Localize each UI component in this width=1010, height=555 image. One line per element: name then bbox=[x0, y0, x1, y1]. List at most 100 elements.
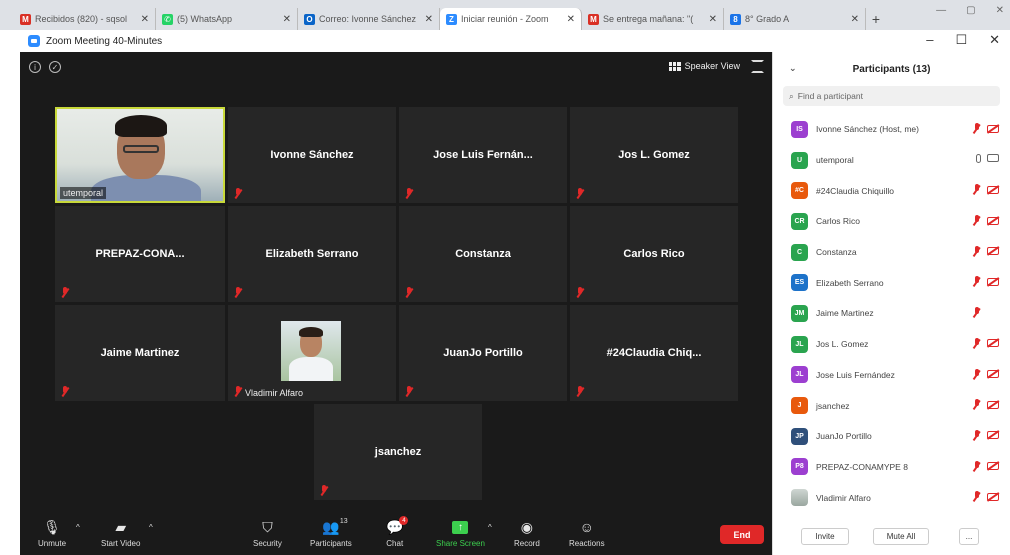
participants-button[interactable]: 👥 13 Participants bbox=[310, 518, 352, 548]
close-tab-icon[interactable]: ✕ bbox=[709, 14, 717, 25]
unmute-button[interactable]: 🎙︎ Unmute bbox=[38, 519, 66, 549]
participant-row[interactable]: Jjsanchez bbox=[773, 390, 1010, 421]
participant-row[interactable]: JL Jos L. Gomez bbox=[773, 329, 1010, 360]
maximize-icon[interactable]: ☐ bbox=[955, 32, 967, 48]
close-icon[interactable]: ✕ bbox=[996, 5, 1004, 16]
outlook-icon: O bbox=[304, 13, 315, 25]
participant-row[interactable]: CR Carlos Rico bbox=[773, 206, 1010, 237]
participant-row[interactable]: P8 PREPAZ-CONAMYPE 8 bbox=[773, 452, 1010, 483]
participants-icon: 👥 13 bbox=[322, 518, 348, 535]
invite-button[interactable]: Invite bbox=[801, 527, 849, 545]
video-tile[interactable]: Ivonne Sánchez bbox=[228, 107, 396, 203]
avatar: JM bbox=[791, 304, 808, 322]
end-meeting-button[interactable]: End bbox=[720, 525, 764, 544]
participant-row[interactable]: Uutemporal bbox=[773, 145, 1010, 176]
video-off-icon bbox=[987, 247, 999, 256]
participant-search-input[interactable]: ⌕ Find a participant bbox=[783, 86, 1000, 106]
video-tile[interactable]: Jaime Martinez bbox=[55, 305, 225, 401]
meeting-info-icon[interactable]: i bbox=[29, 61, 41, 73]
browser-tab[interactable]: M Se entrega mañana: "(✕ bbox=[582, 8, 724, 30]
close-tab-icon[interactable]: ✕ bbox=[283, 14, 291, 25]
participant-row[interactable]: JP JuanJo Portillo bbox=[773, 421, 1010, 452]
close-tab-icon[interactable]: ✕ bbox=[141, 14, 149, 25]
mic-muted-icon bbox=[60, 386, 70, 397]
video-tile[interactable]: Jose Luis Fernán... bbox=[399, 107, 567, 203]
speaker-view-label: Speaker View bbox=[684, 61, 740, 71]
tile-name-label: utemporal bbox=[60, 187, 107, 199]
close-icon[interactable]: ✕ bbox=[989, 32, 1000, 48]
mic-muted-icon bbox=[404, 188, 414, 199]
video-off-icon bbox=[987, 370, 999, 378]
participant-row[interactable]: JM Jaime Martinez bbox=[773, 298, 1010, 329]
start-video-button[interactable]: ▰ Start Video bbox=[101, 519, 140, 549]
browser-tab[interactable]: M Recibidos (820) - sqsol ✕ bbox=[14, 8, 156, 30]
avatar: U bbox=[791, 151, 808, 169]
mic-muted-icon bbox=[404, 386, 414, 397]
participant-row[interactable]: ES Elizabeth Serrano bbox=[773, 267, 1010, 298]
video-tile[interactable]: utemporal bbox=[55, 107, 225, 203]
mic-muted-icon bbox=[972, 429, 981, 441]
shield-icon[interactable]: ✓ bbox=[49, 61, 61, 73]
reactions-button[interactable]: ☺ Reactions bbox=[569, 519, 605, 548]
participant-name: utemporal bbox=[816, 155, 854, 166]
fullscreen-icon[interactable] bbox=[751, 60, 764, 73]
chat-button[interactable]: 💬 4 Chat bbox=[386, 516, 409, 548]
chevron-down-icon[interactable]: ⌄ bbox=[789, 63, 797, 74]
share-options-chevron-icon[interactable]: ^ bbox=[488, 523, 492, 532]
browser-tab[interactable]: 8 8° Grado A ✕ bbox=[724, 8, 866, 30]
participant-row[interactable]: IS Ivonne Sánchez (Host, me) bbox=[773, 114, 1010, 145]
mute-all-button[interactable]: Mute All bbox=[873, 527, 929, 545]
browser-tab[interactable]: Z Iniciar reunión - Zoom ✕ bbox=[440, 8, 582, 30]
participant-row[interactable]: Vladimir Alfaro bbox=[773, 482, 1010, 513]
participant-name: Elizabeth Serrano bbox=[816, 277, 884, 288]
minimize-icon[interactable]: – bbox=[926, 32, 933, 48]
share-screen-button[interactable]: ↑ Share Screen bbox=[436, 519, 485, 548]
video-off-icon bbox=[987, 277, 999, 286]
meeting-toolbar: 🎙︎ Unmute ^ ▰ Start Video ^ ⛉ Security 👥… bbox=[20, 515, 772, 555]
classroom-icon: 8 bbox=[730, 13, 741, 25]
record-button[interactable]: ◉ Record bbox=[514, 519, 540, 549]
audio-options-chevron-icon[interactable]: ^ bbox=[76, 523, 80, 532]
mic-muted-icon bbox=[972, 460, 981, 472]
close-tab-icon[interactable]: ✕ bbox=[851, 14, 859, 25]
browser-tab-title: Se entrega mañana: "( bbox=[603, 14, 694, 24]
participants-panel: ⌄ Participants (13) ⌕ Find a participant… bbox=[772, 52, 1010, 555]
browser-tab[interactable]: ✆ (5) WhatsApp ✕ bbox=[156, 8, 298, 30]
video-tile[interactable]: Jos L. Gomez bbox=[570, 107, 738, 203]
speaker-view-button[interactable]: Speaker View bbox=[668, 61, 740, 71]
video-tile[interactable]: jsanchez bbox=[314, 404, 482, 500]
reactions-icon: ☺ bbox=[579, 519, 594, 535]
browser-tab[interactable]: O Correo: Ivonne Sánchez ✕ bbox=[298, 8, 440, 30]
participant-row[interactable]: #C #24Claudia Chiquillo bbox=[773, 175, 1010, 206]
new-tab-button[interactable]: + bbox=[866, 8, 886, 30]
participant-status-icons bbox=[972, 307, 999, 318]
participant-list: IS Ivonne Sánchez (Host, me) Uutemporal #C #… bbox=[773, 114, 1010, 513]
video-options-chevron-icon[interactable]: ^ bbox=[149, 523, 153, 532]
meeting-view: i ✓ Speaker View utemporal Ivonne Sánchez… bbox=[20, 52, 772, 555]
participant-status-icons bbox=[972, 399, 999, 410]
video-tile[interactable]: Carlos Rico bbox=[570, 206, 738, 302]
participants-header: ⌄ Participants (13) bbox=[773, 52, 1010, 86]
participant-row[interactable]: JL Jose Luis Fernández bbox=[773, 360, 1010, 391]
close-tab-icon[interactable]: ✕ bbox=[567, 14, 575, 25]
video-tile[interactable]: Vladimir Alfaro bbox=[228, 305, 396, 401]
more-options-button[interactable]: ... bbox=[959, 527, 979, 545]
maximize-icon[interactable]: ▢ bbox=[966, 5, 975, 16]
avatar: CR bbox=[791, 212, 808, 230]
video-tile[interactable]: Constanza bbox=[399, 206, 567, 302]
browser-tabs: M Recibidos (820) - sqsol ✕ ✆ (5) WhatsApp ✕ O… bbox=[14, 8, 866, 30]
video-off-icon bbox=[987, 462, 999, 471]
participant-row[interactable]: C Constanza bbox=[773, 237, 1010, 268]
video-tile[interactable]: PREPAZ-CONA... bbox=[55, 206, 225, 302]
close-tab-icon[interactable]: ✕ bbox=[425, 14, 433, 25]
tile-name-label: Carlos Rico bbox=[623, 248, 685, 260]
video-tile[interactable]: Elizabeth Serrano bbox=[228, 206, 396, 302]
minimize-icon[interactable]: — bbox=[936, 5, 946, 16]
video-tile[interactable]: #24Claudia Chiq... bbox=[570, 305, 738, 401]
video-tile[interactable]: JuanJo Portillo bbox=[399, 305, 567, 401]
avatar: P8 bbox=[791, 458, 808, 476]
browser-tab-title: 8° Grado A bbox=[745, 14, 790, 24]
participant-name: #24Claudia Chiquillo bbox=[816, 185, 894, 196]
mic-muted-icon bbox=[972, 276, 981, 287]
security-button[interactable]: ⛉ Security bbox=[253, 519, 282, 549]
